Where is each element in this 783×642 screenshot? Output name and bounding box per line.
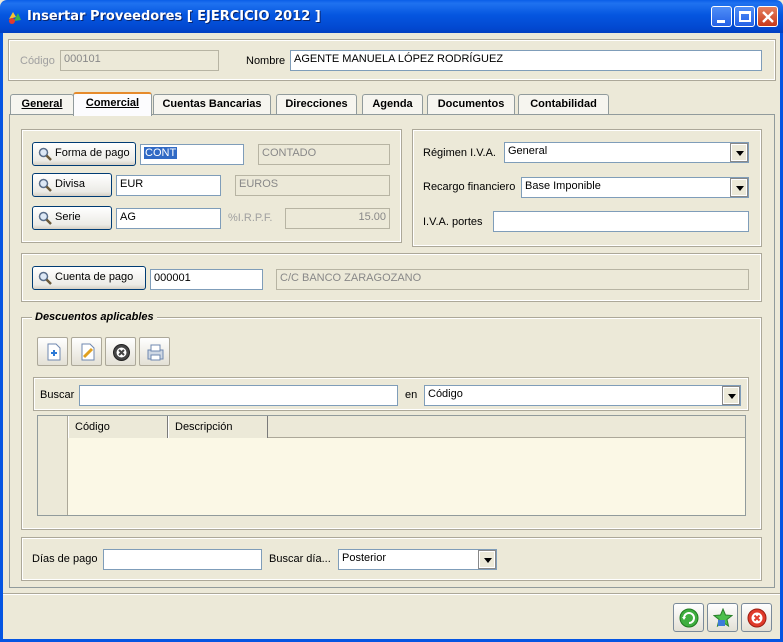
codigo-field: 000101	[60, 50, 219, 71]
recargo-label: Recargo financiero	[423, 181, 516, 193]
print-icon	[147, 344, 164, 361]
tab-general[interactable]: General	[10, 94, 74, 114]
dias-pago-label: Días de pago	[32, 553, 98, 565]
regimen-iva-value: General	[508, 145, 548, 157]
magnifier-icon	[38, 211, 52, 225]
tab-agenda[interactable]: Agenda	[362, 94, 423, 114]
tab-direcciones[interactable]: Direcciones	[276, 94, 357, 114]
cuenta-pago-desc-field: C/C BANCO ZARAGOZANO	[276, 269, 749, 290]
tab-documentos[interactable]: Documentos	[427, 94, 515, 114]
minimize-icon	[717, 20, 725, 23]
recargo-select[interactable]: Base Imponible	[521, 177, 749, 198]
app-icon	[9, 12, 21, 24]
tab-contabilidad[interactable]: Contabilidad	[518, 94, 609, 114]
tab-comercial[interactable]: Comercial	[73, 92, 152, 116]
forma-pago-button[interactable]: Forma de pago	[32, 142, 136, 166]
window-title: Insertar Proveedores [ EJERCICIO 2012 ]	[27, 9, 321, 24]
minimize-button[interactable]	[711, 6, 732, 27]
magnifier-icon	[38, 271, 52, 285]
regimen-iva-label: Régimen I.V.A.	[423, 147, 496, 159]
edit-document-icon	[81, 343, 95, 361]
nombre-field[interactable]: AGENTE MANUELA LÓPEZ RODRÍGUEZ	[290, 50, 762, 71]
forma-pago-code-field[interactable]: CONT	[140, 144, 244, 165]
divisa-button-label: Divisa	[55, 178, 85, 190]
codigo-label: Código	[20, 55, 55, 67]
chevron-down-icon[interactable]	[730, 143, 748, 162]
serie-button[interactable]: Serie	[32, 206, 112, 230]
divisa-desc-field: EUROS	[235, 175, 390, 196]
recargo-value: Base Imponible	[525, 180, 601, 192]
column-header-descripcion[interactable]: Descripción	[168, 416, 268, 438]
divisa-button[interactable]: Divisa	[32, 173, 112, 197]
irpf-label: %I.R.P.F.	[228, 212, 273, 224]
edit-descuento-button[interactable]	[71, 337, 102, 366]
tab-cuentas-bancarias[interactable]: Cuentas Bancarias	[153, 94, 271, 114]
row-indicator-column	[38, 416, 68, 515]
close-window-button[interactable]	[757, 6, 778, 27]
tab-documentos-label: Documentos	[437, 98, 505, 110]
tab-comercial-label: Comercial	[85, 97, 140, 109]
add-descuento-button[interactable]	[37, 337, 68, 366]
maximize-icon	[739, 11, 751, 22]
buscar-label: Buscar	[40, 389, 75, 401]
print-descuento-button[interactable]	[139, 337, 170, 366]
forma-pago-desc-field: CONTADO	[258, 144, 390, 165]
serie-code-field[interactable]: AG	[116, 208, 221, 229]
tab-contabilidad-label: Contabilidad	[530, 98, 597, 110]
close-icon	[762, 11, 774, 23]
tab-direcciones-label: Direcciones	[285, 98, 348, 110]
tab-general-label: General	[21, 98, 63, 110]
serie-button-label: Serie	[55, 211, 81, 223]
forma-pago-button-label: Forma de pago	[55, 147, 130, 159]
iva-portes-field[interactable]	[493, 211, 749, 232]
magnifier-icon	[38, 178, 52, 192]
descuentos-table[interactable]: Código Descripción	[37, 415, 746, 516]
tab-agenda-label: Agenda	[372, 98, 413, 110]
cuenta-pago-button[interactable]: Cuenta de pago	[32, 266, 146, 290]
maximize-button[interactable]	[734, 6, 755, 27]
chevron-down-icon[interactable]	[730, 178, 748, 197]
buscar-dia-value: Posterior	[342, 552, 387, 564]
buscar-input[interactable]	[79, 385, 398, 406]
forma-pago-code-value: CONT	[144, 147, 178, 159]
en-label: en	[405, 389, 418, 401]
cancel-icon	[747, 608, 767, 628]
buscar-dia-label: Buscar día...	[269, 553, 331, 565]
regimen-iva-select[interactable]: General	[504, 142, 749, 163]
chevron-down-icon[interactable]	[478, 550, 496, 569]
refresh-icon	[679, 608, 699, 628]
bottom-separator	[3, 593, 780, 595]
column-header-codigo[interactable]: Código	[68, 416, 168, 438]
buscar-dia-select[interactable]: Posterior	[338, 549, 497, 570]
divisa-code-field[interactable]: EUR	[116, 175, 221, 196]
iva-portes-label: I.V.A. portes	[423, 216, 483, 228]
chevron-down-icon[interactable]	[722, 386, 740, 405]
tab-cuentas-label: Cuentas Bancarias	[162, 98, 262, 110]
nombre-label: Nombre	[246, 55, 286, 67]
delete-descuento-button[interactable]	[105, 337, 136, 366]
save-button[interactable]	[707, 603, 738, 632]
dias-pago-field[interactable]	[103, 549, 262, 570]
buscar-en-select[interactable]: Código	[424, 385, 741, 406]
delete-icon	[113, 344, 130, 361]
cancel-button[interactable]	[741, 603, 772, 632]
save-icon	[713, 608, 733, 628]
magnifier-icon	[38, 147, 52, 161]
add-document-icon	[47, 343, 61, 361]
buscar-en-value: Código	[428, 388, 463, 400]
cuenta-pago-code-field[interactable]: 000001	[150, 269, 263, 290]
cuenta-pago-button-label: Cuenta de pago	[55, 271, 134, 283]
descuentos-title: Descuentos aplicables	[32, 311, 157, 323]
irpf-field: 15.00	[285, 208, 390, 229]
refresh-button[interactable]	[673, 603, 704, 632]
